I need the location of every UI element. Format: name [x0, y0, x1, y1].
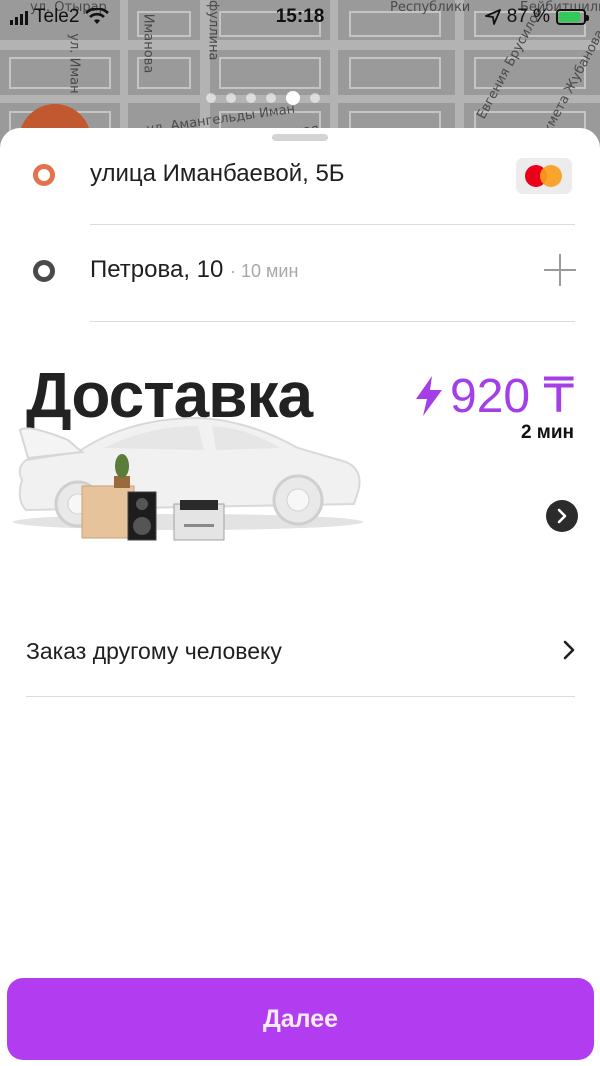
battery-charging-icon [556, 9, 589, 25]
origin-address-row[interactable]: улица Иманбаевой, 5Б [0, 128, 600, 224]
battery-percent: 87 % [506, 6, 550, 27]
destination-eta-hint: · 10 мин [230, 261, 299, 281]
page-dot[interactable] [266, 93, 276, 103]
divider [90, 321, 575, 322]
location-arrow-icon [484, 9, 501, 25]
page-dot[interactable] [246, 93, 256, 103]
delivery-car-illustration [13, 416, 363, 541]
page-dot[interactable] [206, 93, 216, 103]
order-for-other-label: Заказ другому человеку [26, 638, 282, 664]
page-dot[interactable] [226, 93, 236, 103]
order-for-other-row[interactable]: Заказ другому человеку [0, 618, 600, 698]
destination-address-row[interactable]: Петрова, 10 · 10 мин [0, 224, 600, 320]
map-street-label: ул. Иман [66, 33, 82, 94]
chevron-right-icon [563, 640, 575, 660]
tariff-next-button[interactable] [546, 500, 578, 532]
tariff-card-delivery[interactable]: Доставка 920 ₸ 2 мин [0, 348, 600, 568]
tariff-price-value: 920 ₸ [450, 370, 574, 423]
origin-address: улица Иманбаевой, 5Б [90, 160, 345, 187]
page-indicator[interactable] [206, 91, 320, 105]
lightning-icon [416, 376, 443, 416]
pin-destination-icon [33, 260, 55, 282]
divider [26, 696, 575, 697]
status-bar: Tele2 15:18 87 % [0, 0, 600, 34]
payment-method-button[interactable] [516, 158, 572, 194]
tariff-price: 920 ₸ [414, 368, 574, 424]
order-sheet: улица Иманбаевой, 5Б Петрова, 10 · 10 ми… [0, 128, 600, 1066]
tariff-eta: 2 мин [520, 422, 574, 443]
next-button[interactable]: Далее [7, 978, 594, 1060]
destination-address: Петрова, 10 [90, 256, 224, 283]
pin-origin-icon [33, 164, 55, 186]
add-stop-button[interactable] [544, 254, 576, 286]
page-dot-active[interactable] [286, 91, 300, 105]
page-dot[interactable] [310, 93, 320, 103]
chevron-right-icon [557, 508, 567, 524]
